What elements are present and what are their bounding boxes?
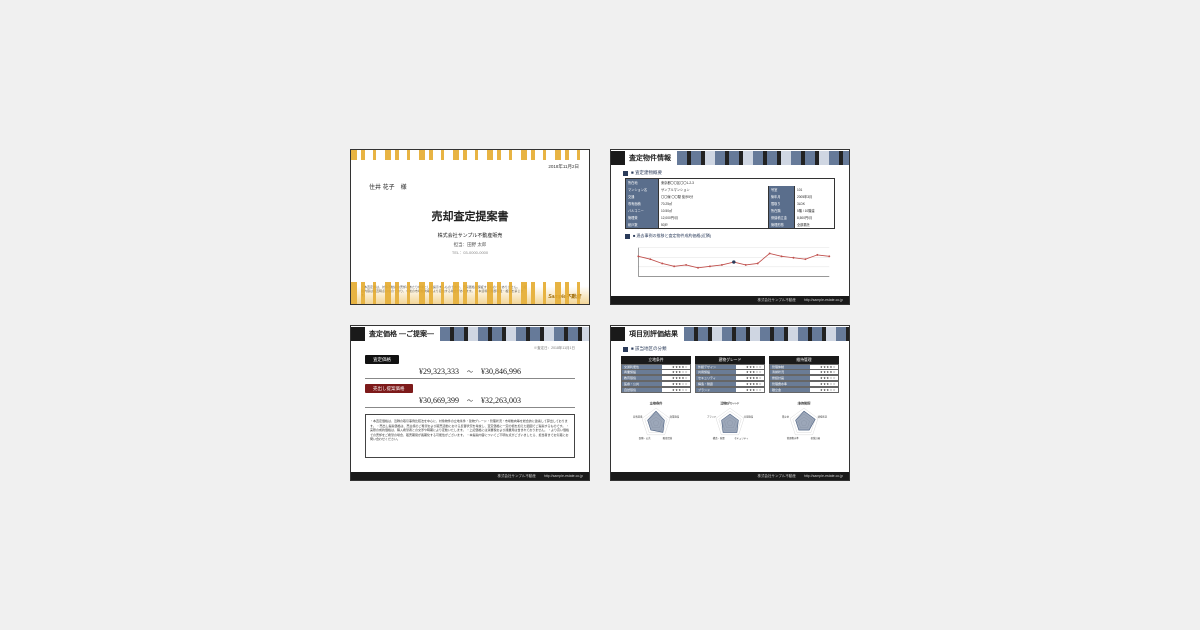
table-row: 専有面積70.25㎡間取り3LDK — [626, 200, 834, 207]
header-stripes — [684, 327, 849, 341]
eval-column: 維持管理管理体制★★★★☆清掃状況★★★★☆修繕計画★★★☆☆管理費水準★★★☆… — [769, 356, 839, 393]
svg-text:交通利便性: 交通利便性 — [650, 401, 662, 405]
svg-text:積立金: 積立金 — [782, 414, 790, 418]
appraisal-date-note: ※査定日：2018年11月1日 — [365, 346, 575, 351]
company-name: 株式会社サンプル不動産販売 — [351, 232, 589, 239]
listing-range: ¥30,669,399 〜 ¥32,263,003 — [365, 396, 575, 408]
slide-title: 査定物件情報 — [629, 153, 671, 163]
svg-text:修繕計画: 修繕計画 — [811, 436, 821, 440]
footer-company: 株式会社サンプル不動産 — [757, 474, 795, 479]
header-stripes — [677, 151, 849, 165]
property-table: 所在地東京都〇〇区〇〇1-2-3マンション名サンプルマンション号室101交通〇〇… — [625, 178, 835, 229]
slide-footer: 株式会社サンプル不動産 http://sample-estate.co.jp — [611, 472, 849, 480]
listing-low: ¥30,669,399 — [419, 396, 459, 405]
tilde-icon: 〜 — [467, 367, 473, 376]
header-box-icon — [611, 151, 625, 165]
slide-grid: 2018年11月2日 住井 花子 様 売却査定提案書 株式会社サンプル不動産販売… — [350, 149, 850, 481]
footer-url: http://sample-estate.co.jp — [544, 474, 583, 478]
table-row: 交通〇〇線 〇〇駅 徒歩5分築年月2005年3月 — [626, 193, 834, 200]
phone: TEL：03-0000-0000 — [351, 250, 589, 256]
footer-url: http://sample-estate.co.jp — [804, 474, 843, 478]
issue-date: 2018年11月2日 — [548, 164, 579, 170]
svg-text:外観デザイン: 外観デザイン — [723, 401, 738, 405]
slide-header: 項目別評価結果 — [611, 326, 849, 342]
svg-text:自然環境: 自然環境 — [633, 414, 643, 418]
svg-text:構造・耐震: 構造・耐震 — [713, 436, 725, 440]
table-row: バルコニー10.50㎡所在階5階 / 10階建 — [626, 207, 834, 214]
radar-charts: 立地条件交通利便性商業施設教育環境医療・公共自然環境建物グレード外観デザイン共用… — [621, 399, 839, 445]
eval-column: 建物グレード外観デザイン★★★☆☆共用施設★★★☆☆セキュリティ★★★★☆構造・… — [695, 356, 765, 393]
svg-text:管理体制: 管理体制 — [799, 401, 809, 405]
table-row: 総戸数50戸管理形態全部委託 — [626, 221, 834, 228]
radar-chart: 維持管理管理体制清掃状況修繕計画管理費水準積立金 — [769, 399, 839, 445]
slide-header: 査定物件情報 — [611, 150, 849, 166]
price-trend-chart — [625, 241, 835, 285]
table-row: 管理費12,000円/月修繕積立金8,500円/月 — [626, 214, 834, 221]
slide-footer: 株式会社サンプル不動産 http://sample-estate.co.jp — [611, 296, 849, 304]
section-sub: ■ 該当地区の分類 — [623, 346, 849, 352]
footer-company: 株式会社サンプル不動産 — [497, 474, 535, 479]
radar-chart: 建物グレード外観デザイン共用施設セキュリティ構造・耐震ブランド — [695, 399, 765, 445]
svg-text:セキュリティ: セキュリティ — [734, 436, 748, 440]
svg-text:共用施設: 共用施設 — [744, 414, 754, 418]
tilde-icon: 〜 — [467, 396, 473, 405]
slide-evaluation: 項目別評価結果 ■ 該当地区の分類 立地条件交通利便性★★★★☆商業施設★★★☆… — [610, 325, 850, 481]
slide-property-info: 査定物件情報 ■ 査定建物概要 所在地東京都〇〇区〇〇1-2-3マンション名サン… — [610, 149, 850, 305]
appraisal-range: ¥29,323,333 〜 ¥30,846,996 — [365, 367, 575, 379]
footer-company: 株式会社サンプル不動産 — [757, 298, 795, 303]
slide-appraisal-price: 査定価格 ―ご提案― ※査定日：2018年11月1日 査定価格 ¥29,323,… — [350, 325, 590, 481]
slide-footer: 株式会社サンプル不動産 http://sample-estate.co.jp — [351, 472, 589, 480]
client-name: 住井 花子 様 — [369, 182, 407, 191]
svg-text:医療・公共: 医療・公共 — [639, 436, 651, 440]
slide-title: 査定価格 ―ご提案― — [369, 329, 434, 339]
svg-text:ブランド: ブランド — [707, 414, 717, 418]
explanation-text: ・本査定価格は、近隣の取引事例比較法を中心に、対象物件の立地条件・建物グレード・… — [365, 414, 575, 458]
slide-title: 項目別評価結果 — [629, 329, 678, 339]
label-listing: 売出し提案価格 — [365, 384, 413, 393]
table-row: 所在地東京都〇〇区〇〇1-2-3 — [626, 179, 834, 186]
svg-text:商業施設: 商業施設 — [670, 414, 680, 418]
section-sub: ■ 査定建物概要 — [623, 170, 849, 176]
radar-chart: 立地条件交通利便性商業施設教育環境医療・公共自然環境 — [621, 399, 691, 445]
header-box-icon — [611, 327, 625, 341]
skyline-decor-bottom — [351, 282, 589, 304]
slide-header: 査定価格 ―ご提案― — [351, 326, 589, 342]
listing-high: ¥32,263,003 — [481, 396, 521, 405]
header-stripes — [440, 327, 589, 341]
rep-name: 担当：田野 太郎 — [351, 242, 589, 248]
doc-title: 売却査定提案書 — [351, 208, 589, 224]
footer-url: http://sample-estate.co.jp — [804, 298, 843, 302]
header-box-icon — [351, 327, 365, 341]
svg-text:教育環境: 教育環境 — [663, 436, 673, 440]
svg-text:清掃状況: 清掃状況 — [818, 414, 828, 418]
label-appraisal: 査定価格 — [365, 355, 399, 364]
eval-columns: 立地条件交通利便性★★★★☆商業施設★★★☆☆教育環境★★★★☆医療・公共★★★… — [621, 356, 839, 393]
chart-title: ■ 過去事例の推移と査定物件成約価格(近隣) — [625, 233, 835, 239]
appraisal-high: ¥30,846,996 — [481, 367, 521, 376]
table-row: マンション名サンプルマンション号室101 — [626, 186, 834, 193]
slide-cover: 2018年11月2日 住井 花子 様 売却査定提案書 株式会社サンプル不動産販売… — [350, 149, 590, 305]
svg-text:管理費水準: 管理費水準 — [787, 436, 799, 440]
skyline-decor-top — [351, 150, 589, 160]
eval-column: 立地条件交通利便性★★★★☆商業施設★★★☆☆教育環境★★★★☆医療・公共★★★… — [621, 356, 691, 393]
appraisal-low: ¥29,323,333 — [419, 367, 459, 376]
